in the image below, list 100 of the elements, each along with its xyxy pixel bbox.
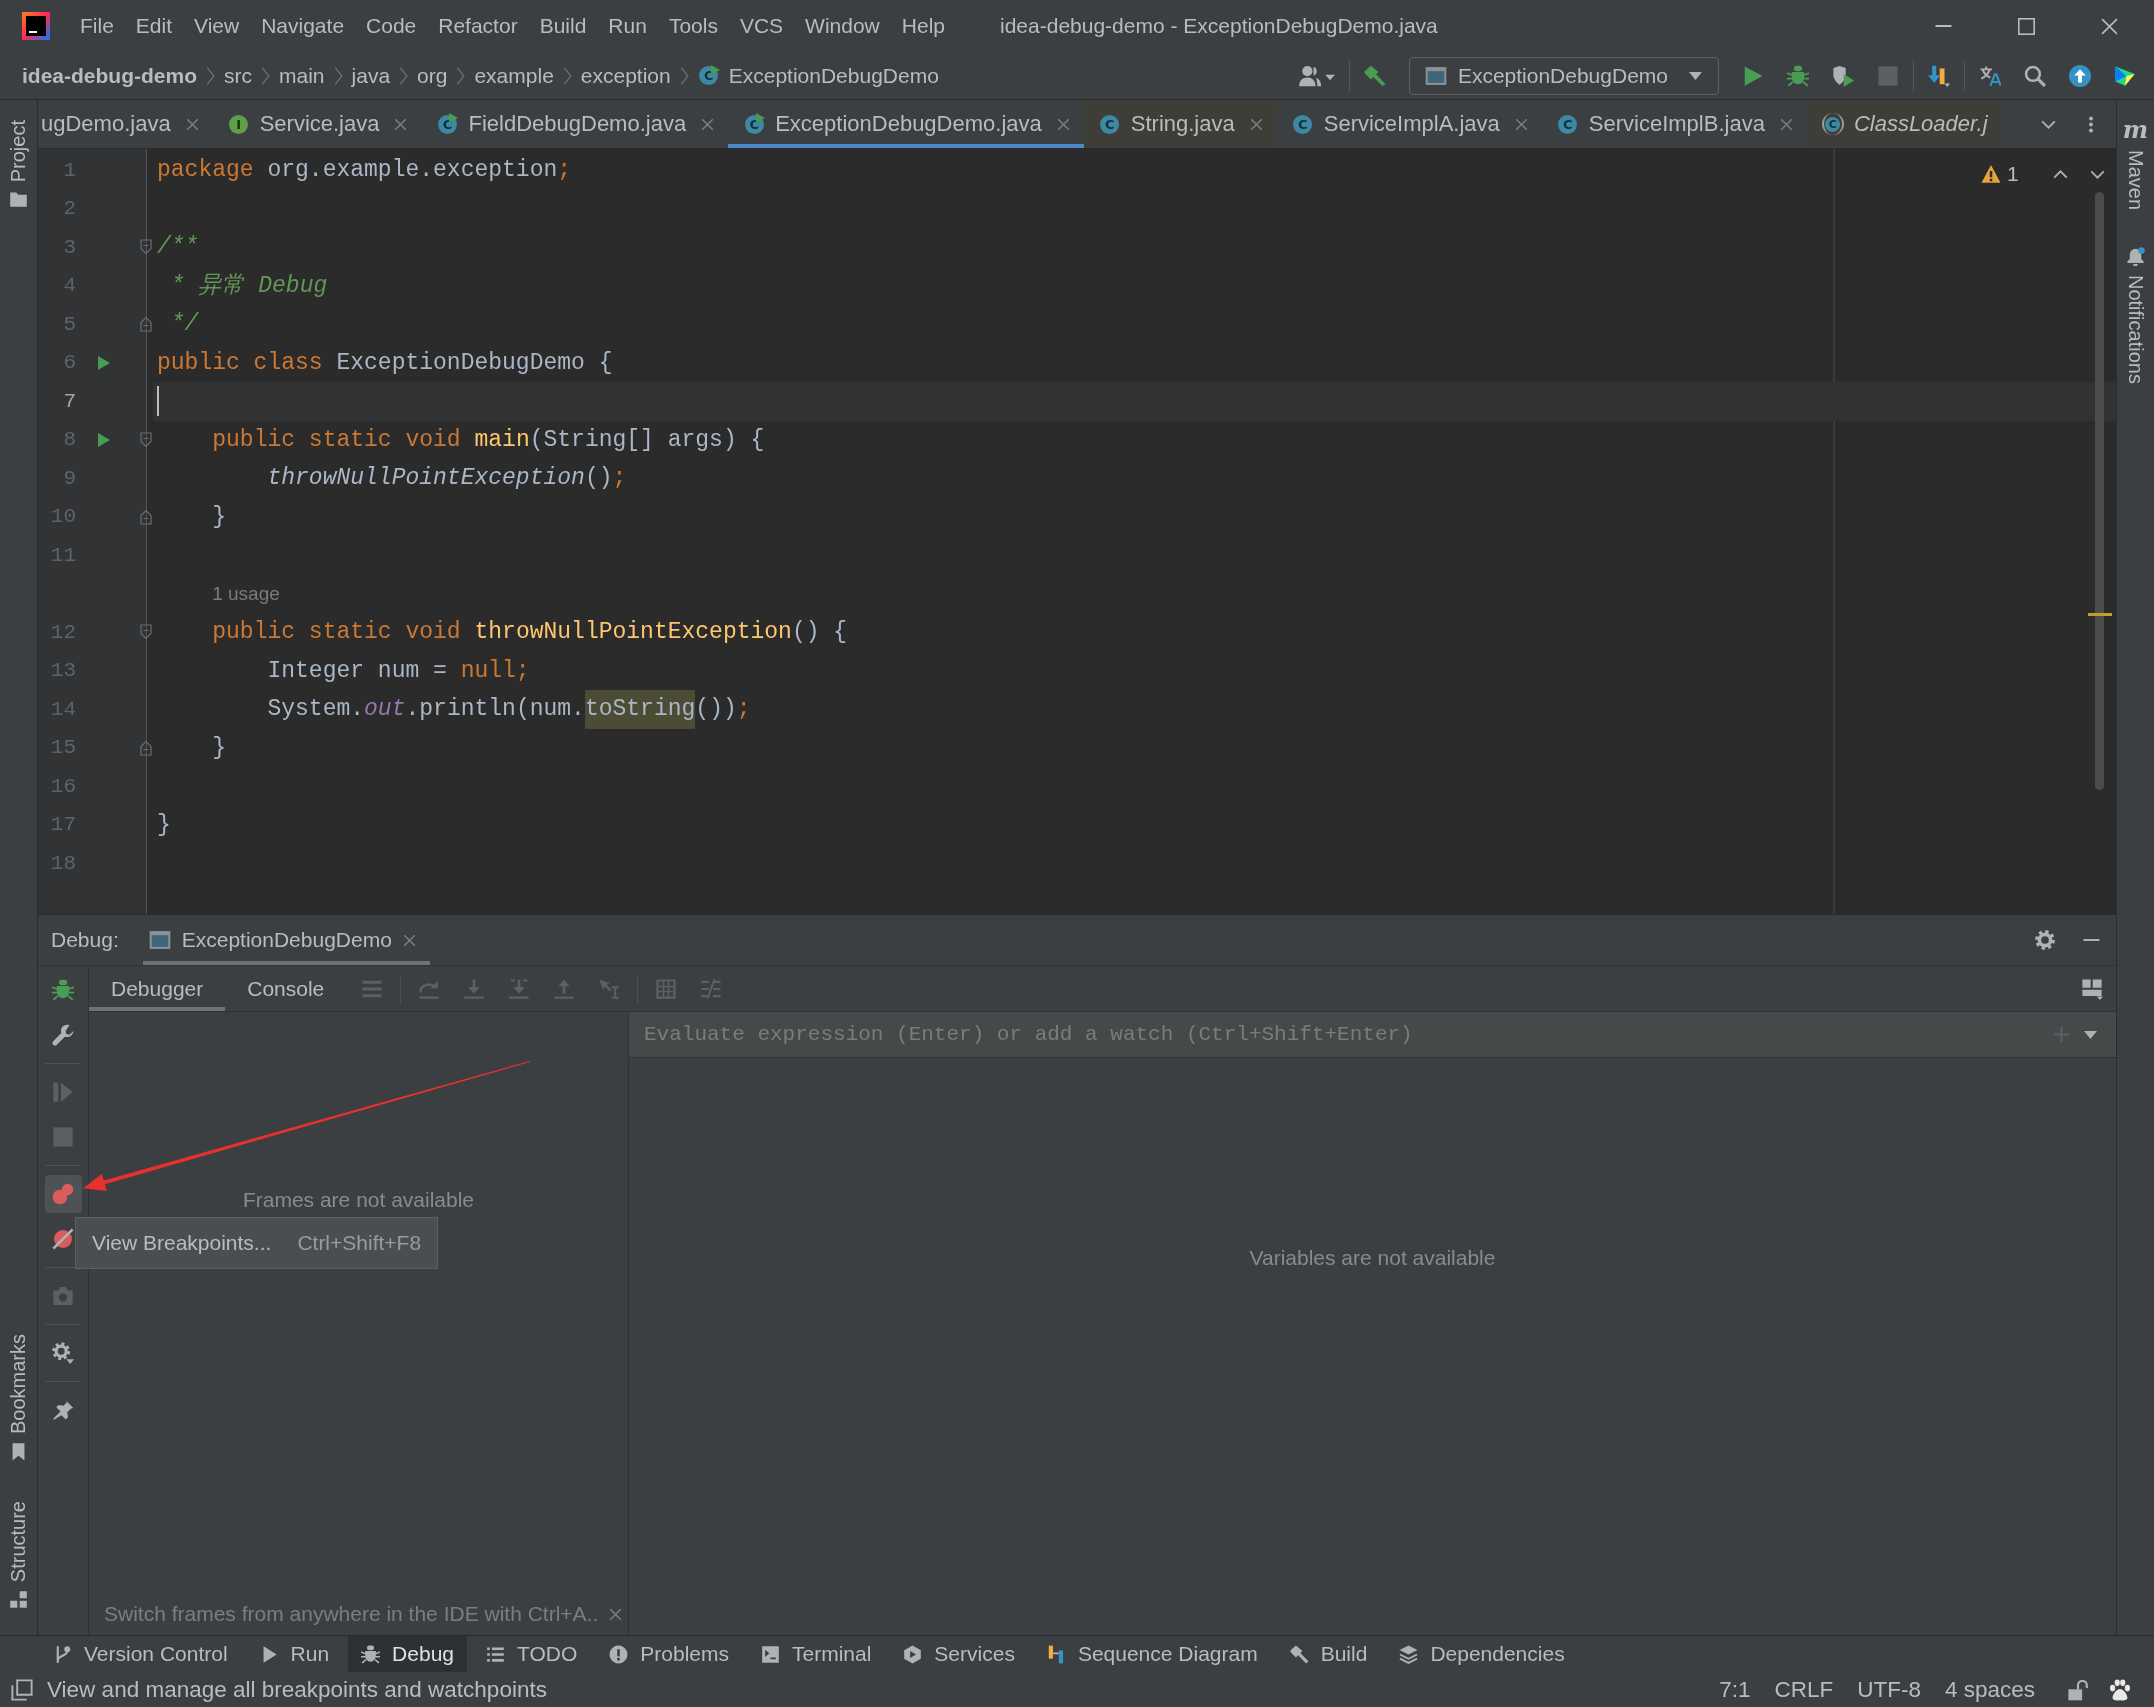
close-icon[interactable] [1514, 117, 1528, 131]
menu-item[interactable]: Help [890, 14, 956, 38]
menu-item[interactable]: Refactor [427, 14, 529, 38]
maximize-icon[interactable] [2018, 17, 2035, 35]
scrollbar-thumb[interactable] [2095, 192, 2104, 790]
fold-icon[interactable] [140, 316, 152, 333]
play-icon[interactable] [97, 431, 111, 448]
breadcrumb-item[interactable]: java [351, 63, 391, 88]
breadcrumb-item[interactable]: idea-debug-demo [22, 63, 197, 88]
triangle-logo-icon[interactable] [2114, 64, 2136, 87]
tool-window-button[interactable]: Sequence Diagram [1033, 1636, 1271, 1672]
menu-item[interactable]: Edit [124, 14, 184, 38]
chevron-up-icon[interactable] [2052, 169, 2068, 179]
play-icon[interactable] [97, 354, 111, 371]
tool-window-button[interactable]: Version Control [40, 1636, 241, 1672]
chevron-down-icon[interactable] [2041, 119, 2056, 129]
tool-window-button[interactable]: Terminal [748, 1636, 885, 1672]
breadcrumb-item[interactable]: example [474, 63, 554, 88]
play-icon[interactable] [1742, 64, 1764, 87]
status-item[interactable]: CRLF [1762, 1676, 1846, 1703]
menu-item[interactable]: Code [355, 14, 428, 38]
status-item[interactable]: UTF-8 [1845, 1676, 1933, 1703]
breadcrumb-item[interactable]: src [224, 63, 252, 88]
chevron-down-icon[interactable] [2089, 169, 2105, 179]
tool-window-button[interactable]: Run [246, 1636, 343, 1672]
status-item[interactable]: 7:1 [1707, 1676, 1763, 1703]
shield-play-icon[interactable] [1832, 64, 1854, 87]
warning-count[interactable]: 1 [2007, 162, 2019, 186]
up-arrow-circle-icon[interactable] [2069, 64, 2091, 87]
close-icon[interactable] [402, 933, 416, 947]
translate-icon[interactable] [1979, 64, 2001, 87]
status-item[interactable]: 4 spaces [1932, 1676, 2047, 1703]
tool-window-button[interactable]: Services [890, 1636, 1028, 1672]
close-icon[interactable] [1779, 117, 1793, 131]
more-icon[interactable] [2089, 115, 2093, 133]
tool-window-button[interactable]: Bookmarks [7, 1333, 30, 1461]
bug-icon[interactable] [1787, 64, 1809, 87]
bug-icon[interactable] [52, 979, 74, 1001]
tool-window-button[interactable]: Build [1276, 1636, 1381, 1672]
menu-item[interactable]: View [183, 14, 251, 38]
close-icon[interactable] [1056, 117, 1070, 131]
tool-window-button[interactable]: TODO [473, 1636, 591, 1672]
usage-hint[interactable]: 1 usage [212, 582, 280, 605]
wrench-icon[interactable] [52, 1024, 74, 1046]
paw-icon[interactable] [2109, 1678, 2131, 1701]
session-tab[interactable]: ExceptionDebugDemo [142, 915, 430, 965]
menu-item[interactable]: Window [794, 14, 891, 38]
slashed-dot-icon[interactable] [52, 1228, 74, 1250]
close-icon[interactable] [394, 117, 408, 131]
close-icon[interactable] [609, 1607, 623, 1621]
menu-item[interactable]: Navigate [250, 14, 356, 38]
caret-icon[interactable] [2084, 1030, 2097, 1039]
tool-window-button[interactable]: Dependencies [1386, 1636, 1578, 1672]
close-icon[interactable] [701, 117, 715, 131]
fold-icon[interactable] [140, 239, 152, 256]
close-icon[interactable] [185, 117, 199, 131]
tool-window-button[interactable]: Project [7, 120, 30, 210]
down-arrow-bar-icon[interactable] [1928, 64, 1950, 87]
editor-tab[interactable]: C ExceptionDebugDemo.java [728, 100, 1084, 148]
panel-tab[interactable]: Debugger [89, 966, 226, 1011]
overlapping-squares-icon[interactable] [11, 1678, 33, 1701]
tool-window-button[interactable]: Structure [7, 1500, 30, 1609]
minimize-icon[interactable] [2083, 939, 2100, 941]
fold-icon[interactable] [140, 739, 152, 756]
panel-tab[interactable]: Console [225, 966, 347, 1011]
tool-window-button[interactable]: Notifications [2124, 247, 2147, 384]
run-configuration-dropdown[interactable]: ExceptionDebugDemo [1408, 56, 1719, 95]
fold-icon[interactable] [140, 508, 152, 525]
plus-icon[interactable] [2053, 1026, 2070, 1043]
close-icon[interactable] [2101, 17, 2118, 35]
user-icon[interactable] [1298, 64, 1335, 87]
menu-item[interactable]: VCS [728, 14, 795, 38]
view-breakpoints-button[interactable] [44, 1175, 82, 1213]
editor-tab[interactable]: I Service.java [212, 100, 422, 148]
pin-icon[interactable] [52, 1399, 74, 1421]
breadcrumb-item[interactable]: main [279, 63, 325, 88]
layout-icon[interactable] [2081, 977, 2103, 1000]
editor-tab[interactable]: C ServiceImplB.java [1541, 100, 1807, 148]
breadcrumb-item[interactable]: C ExceptionDebugDemo [697, 63, 939, 88]
close-icon[interactable] [1249, 117, 1263, 131]
tool-window-button[interactable]: Problems [596, 1636, 742, 1672]
menu-item[interactable]: Run [597, 14, 658, 38]
menu-item[interactable]: Build [528, 14, 598, 38]
tool-window-button[interactable]: m Maven [2122, 119, 2149, 211]
editor-tab[interactable]: C ServiceImplA.java [1276, 100, 1542, 148]
warning-icon[interactable] [1981, 164, 2001, 184]
breadcrumb-item[interactable]: exception [580, 63, 671, 88]
hammer-icon[interactable] [1363, 64, 1386, 87]
breadcrumb-item[interactable]: org [417, 63, 448, 88]
editor-tab[interactable]: C ClassLoader.j [1806, 100, 2002, 148]
editor-tab[interactable]: C String.java [1083, 100, 1277, 148]
search-icon[interactable] [2024, 64, 2046, 87]
fold-icon[interactable] [140, 431, 152, 448]
settings-icon[interactable] [2034, 929, 2056, 951]
menu-item[interactable]: File [69, 14, 125, 38]
lock-icon[interactable] [2067, 1678, 2089, 1701]
tool-window-button[interactable]: Debug [348, 1636, 467, 1672]
minimize-icon[interactable] [1935, 25, 1952, 27]
fold-icon[interactable] [140, 624, 152, 641]
menu-item[interactable]: Tools [657, 14, 729, 38]
